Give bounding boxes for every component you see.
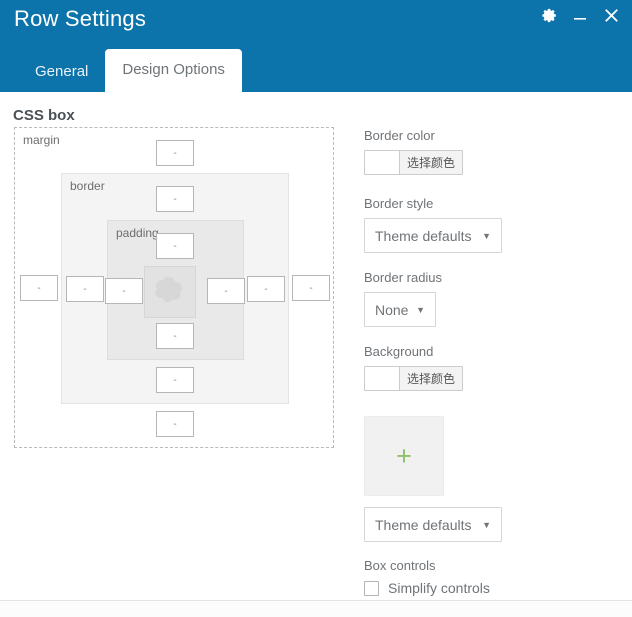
panel-body: CSS box margin border padding — [0, 92, 632, 617]
margin-bottom-input[interactable] — [156, 411, 194, 437]
padding-bottom-input[interactable] — [156, 323, 194, 349]
background-color-picker[interactable]: 选择颜色 — [364, 366, 464, 391]
border-color-label: Border color — [364, 128, 435, 143]
border-label: border — [70, 179, 105, 193]
css-box-visualizer: margin border padding — [14, 127, 334, 448]
border-radius-select[interactable]: None — [364, 292, 436, 327]
padding-label: padding — [116, 226, 159, 240]
background-label: Background — [364, 344, 434, 359]
border-color-picker[interactable]: 选择颜色 — [364, 150, 464, 175]
border-style-label: Border style — [364, 196, 434, 211]
close-icon[interactable] — [602, 6, 620, 24]
page-title: CSS box — [13, 107, 75, 124]
border-style-select-wrap: Theme defaults ▼ — [364, 218, 502, 253]
margin-label: margin — [23, 133, 60, 147]
padding-right-input[interactable] — [207, 278, 245, 304]
content-area — [144, 266, 196, 318]
simplify-controls-row: Simplify controls — [364, 580, 614, 596]
margin-right-input[interactable] — [292, 275, 330, 301]
tab-design-options[interactable]: Design Options — [105, 49, 242, 92]
padding-top-input[interactable] — [156, 233, 194, 259]
window-titlebar: Row Settings — [0, 0, 632, 40]
image-placeholder-icon — [153, 276, 187, 308]
minimize-icon[interactable] — [571, 6, 589, 24]
padding-left-input[interactable] — [105, 278, 143, 304]
margin-top-input[interactable] — [156, 140, 194, 166]
panel-footer — [0, 600, 632, 617]
window-controls — [540, 6, 620, 24]
border-color-button-label: 选择颜色 — [400, 151, 463, 174]
background-style-select-wrap: Theme defaults ▼ — [364, 507, 502, 542]
border-right-input[interactable] — [247, 276, 285, 302]
box-controls-label: Box controls — [364, 558, 436, 573]
tab-general[interactable]: General — [18, 53, 105, 92]
border-area: border padding — [61, 173, 289, 404]
border-radius-label: Border radius — [364, 270, 443, 285]
border-style-select[interactable]: Theme defaults — [364, 218, 502, 253]
simplify-controls-checkbox[interactable] — [364, 580, 379, 596]
border-bottom-input[interactable] — [156, 367, 194, 393]
border-color-swatch[interactable] — [365, 151, 400, 174]
gear-icon[interactable] — [540, 6, 558, 24]
window-title: Row Settings — [14, 6, 147, 31]
border-left-input[interactable] — [66, 276, 104, 302]
simplify-controls-label: Simplify controls — [388, 580, 490, 596]
background-color-swatch[interactable] — [365, 367, 400, 390]
plus-icon: + — [396, 440, 412, 471]
tab-bar: General Design Options — [0, 40, 632, 92]
background-style-select[interactable]: Theme defaults — [364, 507, 502, 542]
padding-area: padding — [105, 220, 245, 360]
border-radius-select-wrap: None ▼ — [364, 292, 436, 327]
design-options-form: Border color 选择颜色 Border style Theme def… — [364, 128, 614, 596]
background-image-upload[interactable]: + — [364, 416, 444, 496]
margin-left-input[interactable] — [20, 275, 58, 301]
background-color-button-label: 选择颜色 — [400, 367, 463, 390]
border-top-input[interactable] — [156, 186, 194, 212]
